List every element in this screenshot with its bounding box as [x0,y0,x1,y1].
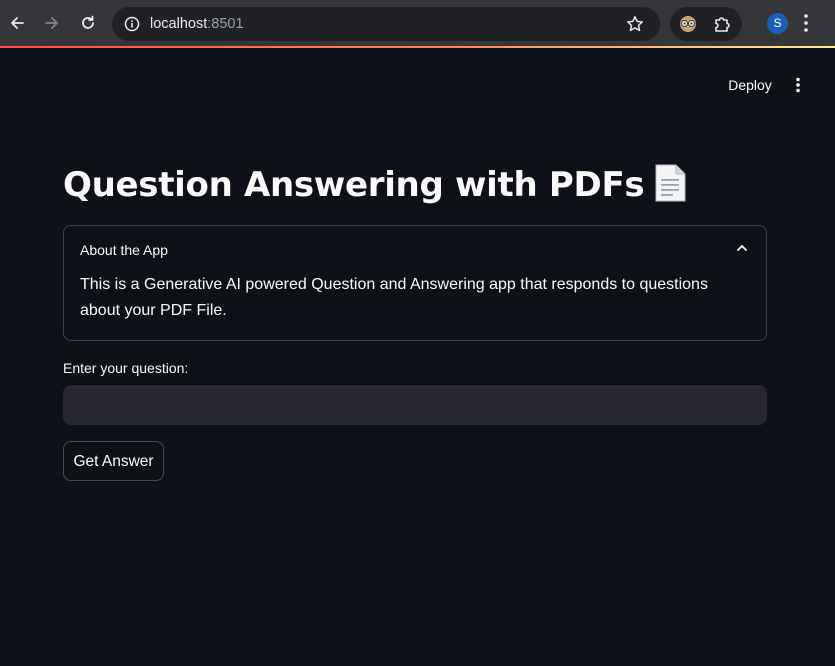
browser-toolbar: localhost:8501 S [0,0,835,48]
puzzle-icon[interactable] [712,14,732,34]
page-title: Question Answering with PDFs [63,164,686,205]
back-button[interactable] [2,8,32,38]
expander-header[interactable]: About the App [64,226,766,272]
app-menu-button[interactable] [787,72,809,98]
url-host: localhost [150,16,208,32]
forward-button[interactable] [37,8,67,38]
extensions-area [670,7,742,41]
chrome-menu-icon[interactable] [803,12,809,34]
about-expander: About the App This is a Generative AI po… [63,225,767,341]
loading-accent-bar [0,46,835,48]
question-label: Enter your question: [63,360,189,376]
deploy-button[interactable]: Deploy [715,72,785,98]
reload-button[interactable] [73,8,103,38]
get-answer-button[interactable]: Get Answer [63,441,164,481]
profile-avatar[interactable]: S [767,13,788,34]
arrow-left-icon [11,17,24,29]
page-title-text: Question Answering with PDFs [63,165,645,205]
extension-avatar-icon[interactable] [678,15,698,33]
reload-icon [82,15,94,29]
document-icon [655,164,686,202]
url-port: :8501 [207,16,244,32]
more-vertical-icon [796,77,800,93]
question-input[interactable] [63,385,767,425]
expander-body-text: This is a Generative AI powered Question… [80,276,708,319]
url-text: localhost:8501 [150,16,244,32]
expander-label: About the App [80,242,168,258]
arrow-right-icon [45,17,58,29]
address-bar[interactable]: localhost:8501 [112,7,660,41]
bookmark-star-icon[interactable] [626,15,644,33]
site-info-icon[interactable] [124,16,140,32]
chevron-up-icon [737,245,747,251]
